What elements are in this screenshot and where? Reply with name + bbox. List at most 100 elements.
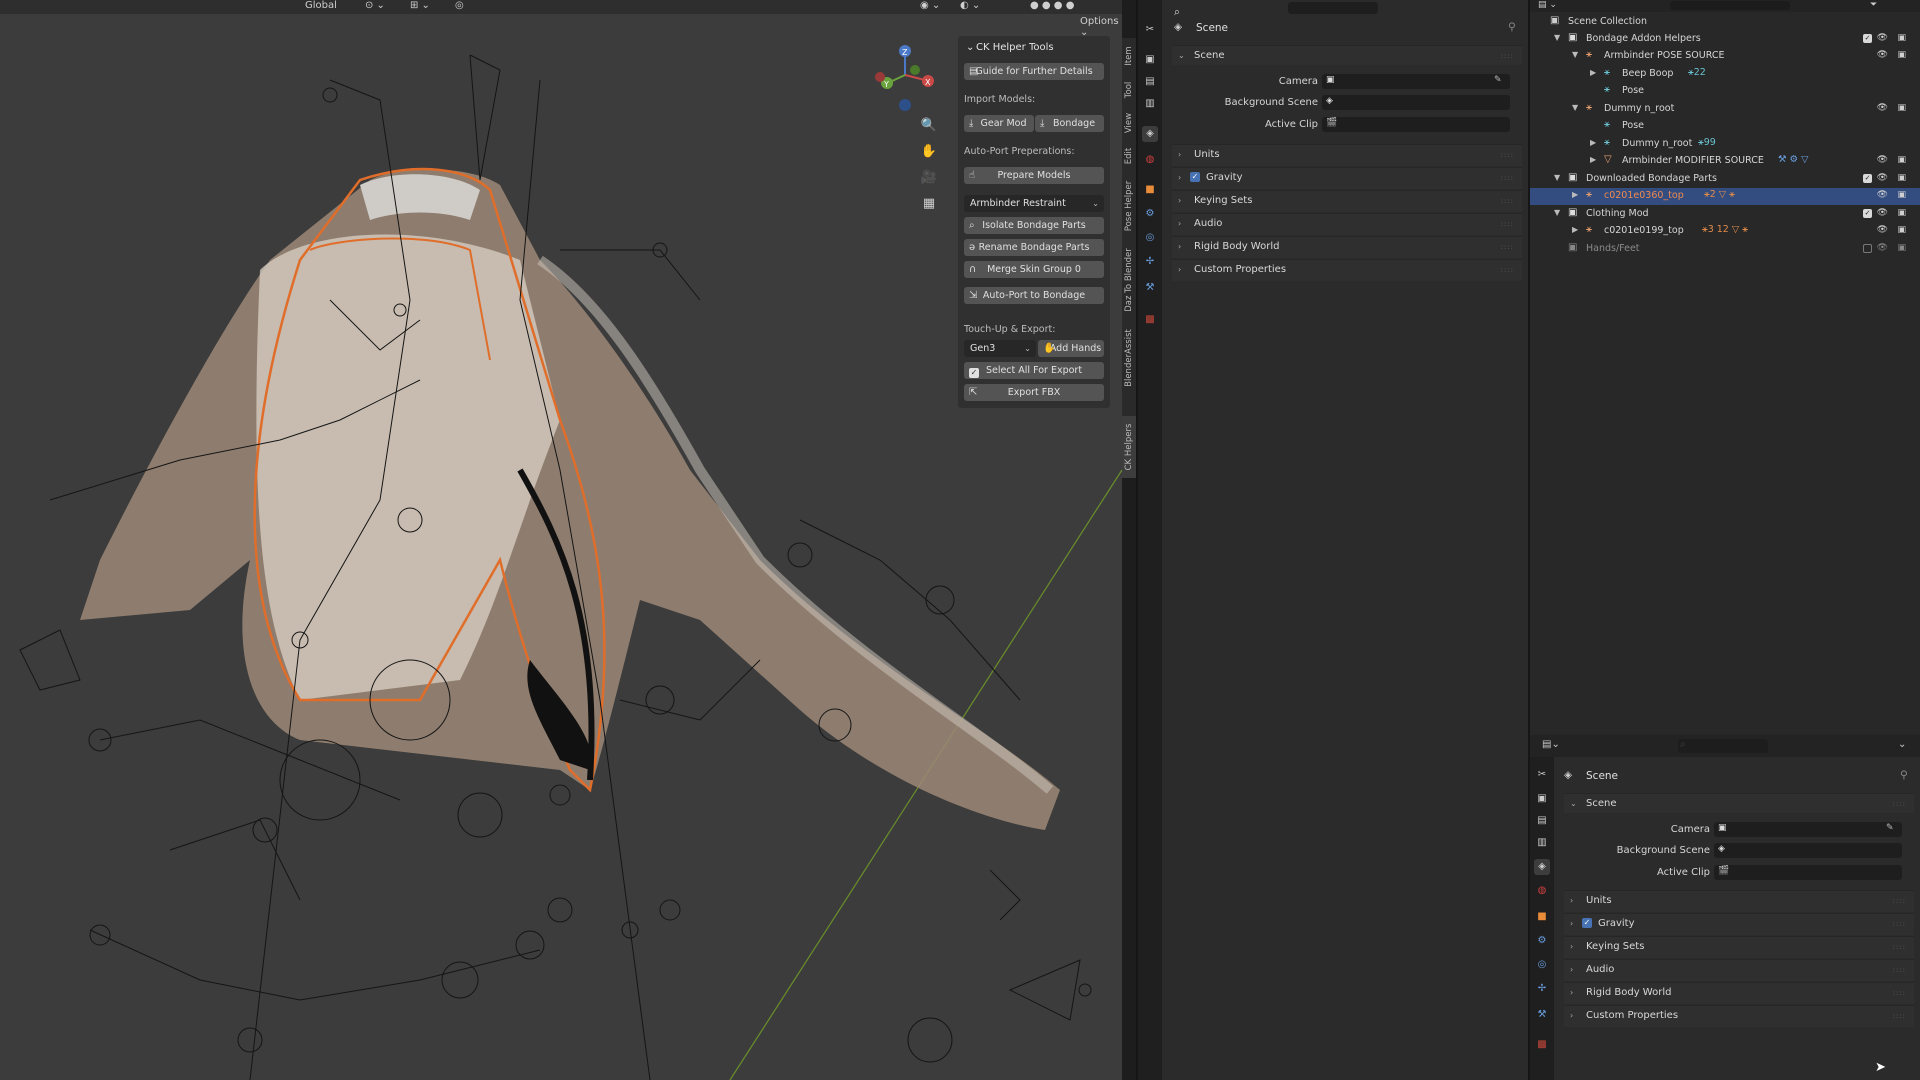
object-icon[interactable]: ■ (1534, 909, 1550, 925)
expand-arrow-icon[interactable]: ▶ (1590, 155, 1596, 164)
drag-handle[interactable]: :::: (1893, 800, 1906, 808)
outliner-row[interactable]: ▼ ⚹ Armbinder POSE SOURCE 👁 ▣ (1530, 48, 1920, 65)
modifier-icon[interactable]: ⚙ (1534, 933, 1550, 949)
camera-field[interactable]: ▣ ✎ (1322, 74, 1510, 89)
expand-arrow-icon[interactable]: ▼ (1554, 33, 1560, 42)
eyedropper-icon[interactable]: ✎ (1886, 823, 1894, 833)
drag-handle[interactable]: :::: (1501, 52, 1514, 60)
camera-field[interactable]: ▣ ✎ (1714, 822, 1902, 837)
checkbox-icon[interactable]: ✓ (1863, 34, 1872, 43)
properties-search-input[interactable] (1678, 739, 1768, 753)
drag-handle[interactable]: :::: (1501, 220, 1514, 228)
background-scene-field[interactable]: ◈ (1322, 95, 1510, 110)
tab-item[interactable]: Item (1122, 38, 1136, 74)
filter-icon[interactable]: ⏷ (1870, 0, 1877, 10)
autoport-button[interactable]: ⇲ Auto-Port to Bondage (964, 287, 1104, 304)
drag-handle[interactable]: :::: (1893, 920, 1906, 928)
gravity-checkbox[interactable]: ✓ (1190, 172, 1200, 183)
pin-icon[interactable]: ⚲ (1508, 21, 1516, 33)
tab-daz-to-blender[interactable]: Daz To Blender (1122, 240, 1136, 320)
eye-icon[interactable]: 👁 (1877, 208, 1888, 218)
merge-button[interactable]: ∩ Merge Skin Group 0 (964, 261, 1104, 278)
drag-handle[interactable]: :::: (1893, 943, 1906, 951)
editor-type-icon[interactable]: ▤⌄ (1542, 739, 1560, 750)
options-dropdown[interactable]: Options ⌄ (1080, 16, 1122, 38)
outliner-row[interactable]: ▶ ▽ Armbinder MODIFIER SOURCE ⚒ ⚙ ▽ 👁 ▣ (1530, 153, 1920, 170)
eye-icon[interactable]: 👁 (1877, 103, 1888, 113)
gen-select[interactable]: Gen3 ⌄ (964, 340, 1036, 357)
zoom-icon[interactable]: 🔍 (918, 115, 940, 137)
expand-arrow-icon[interactable]: ▶ (1590, 138, 1596, 147)
checkbox-icon[interactable] (1863, 244, 1872, 253)
overlay-icon[interactable]: ◐ ⌄ (960, 0, 980, 12)
eye-icon[interactable]: 👁 (1877, 190, 1888, 200)
background-scene-field[interactable]: ◈ (1714, 843, 1902, 858)
active-clip-field[interactable]: 🎬 (1714, 865, 1902, 880)
expand-arrow-icon[interactable]: ▶ (1572, 225, 1578, 234)
checkbox-icon[interactable]: ✓ (1863, 209, 1872, 218)
search-icon[interactable]: ⌕ (1174, 6, 1180, 19)
eye-icon[interactable]: 👁 (1877, 33, 1888, 43)
physics-icon[interactable]: ◎ (1534, 957, 1550, 973)
bondage-import-button[interactable]: ⤓ Bondage (1035, 115, 1104, 132)
custom-properties-section[interactable]: › Custom Properties:::: (1564, 1005, 1914, 1027)
tab-blenderassist[interactable]: BlenderAssist (1122, 320, 1136, 396)
tab-edit[interactable]: Edit (1122, 140, 1136, 172)
rigid-body-section[interactable]: › Rigid Body World:::: (1564, 982, 1914, 1004)
camera-icon[interactable]: ▣ (1897, 190, 1906, 200)
world-icon[interactable]: ◍ (1142, 152, 1158, 168)
camera-icon[interactable]: ▣ (1897, 243, 1906, 253)
modifier-icon[interactable]: ⚙ (1142, 206, 1158, 222)
3d-viewport[interactable]: Z X Y Global ⊙ ⌄ ⊞ ⌄ ◎ ◉ ⌄ ◐ ⌄ ● ● ● ● O… (0, 0, 1122, 1080)
units-section[interactable]: › Units:::: (1564, 890, 1914, 912)
add-hands-button[interactable]: ✋ Add Hands (1038, 340, 1104, 357)
tab-view[interactable]: View (1122, 106, 1136, 140)
camera-icon[interactable]: ▣ (1897, 225, 1906, 235)
expand-arrow-icon[interactable]: ▼ (1572, 103, 1578, 112)
chevron-down-icon[interactable]: ⌄ (1898, 739, 1906, 750)
eye-icon[interactable]: 👁 (1877, 155, 1888, 165)
drag-handle[interactable]: :::: (1501, 243, 1514, 251)
drag-handle[interactable]: :::: (1501, 151, 1514, 159)
view-layer-icon[interactable]: ▥ (1142, 96, 1158, 112)
outliner-row[interactable]: ▶ ⚹ Dummy n_root ⚹99 (1530, 136, 1920, 153)
outliner-row[interactable]: ▣ Hands/Feet 👁 ▣ (1530, 241, 1920, 258)
keying-sets-section[interactable]: › Keying Sets:::: (1172, 190, 1522, 212)
camera-icon[interactable]: ▣ (1897, 155, 1906, 165)
camera-icon[interactable]: ▣ (1897, 103, 1906, 113)
pin-icon[interactable]: ⚲ (1900, 769, 1908, 781)
drag-handle[interactable]: :::: (1501, 266, 1514, 274)
outliner-row[interactable]: ⚹ Pose (1530, 83, 1920, 100)
texture-icon[interactable]: ▩ (1534, 1037, 1550, 1053)
drag-handle[interactable]: :::: (1893, 989, 1906, 997)
output-icon[interactable]: ▤ (1142, 74, 1158, 90)
data-icon[interactable]: ⚒ (1142, 280, 1158, 296)
proportional-icon[interactable]: ◎ (455, 0, 464, 12)
properties-search-input[interactable] (1288, 2, 1378, 14)
drag-handle[interactable]: :::: (1893, 1012, 1906, 1020)
outliner-row[interactable]: ▼ ▣ Downloaded Bondage Parts ✓ 👁 ▣ (1530, 171, 1920, 188)
isolate-button[interactable]: ⌕ Isolate Bondage Parts (964, 217, 1104, 234)
drag-handle[interactable]: :::: (1501, 197, 1514, 205)
eye-icon[interactable]: 👁 (1877, 50, 1888, 60)
scene-section-header[interactable]: ⌄ Scene :::: (1564, 793, 1914, 813)
output-icon[interactable]: ▤ (1534, 813, 1550, 829)
snap-icon[interactable]: ⊞ ⌄ (410, 0, 430, 12)
constraint-icon[interactable]: ✢ (1142, 254, 1158, 270)
render-icon[interactable]: ▣ (1142, 52, 1158, 68)
tab-tool[interactable]: Tool (1122, 74, 1136, 106)
drag-handle[interactable]: :::: (1893, 897, 1906, 905)
gravity-checkbox[interactable]: ✓ (1582, 918, 1592, 929)
scene-icon[interactable]: ◈ (1534, 859, 1550, 875)
camera-icon[interactable]: ▣ (1897, 33, 1906, 43)
eye-icon[interactable]: 👁 (1877, 225, 1888, 235)
camera-icon[interactable]: ▣ (1897, 50, 1906, 60)
constraint-icon[interactable]: ✢ (1534, 981, 1550, 997)
audio-section[interactable]: › Audio:::: (1564, 959, 1914, 981)
physics-icon[interactable]: ◎ (1142, 230, 1158, 246)
eye-icon[interactable]: 👁 (1877, 243, 1888, 253)
camera-view-icon[interactable]: 🎥 (918, 167, 940, 189)
render-icon[interactable]: ▣ (1534, 791, 1550, 807)
eyedropper-icon[interactable]: ✎ (1494, 75, 1502, 85)
eye-icon[interactable]: 👁 (1877, 173, 1888, 183)
